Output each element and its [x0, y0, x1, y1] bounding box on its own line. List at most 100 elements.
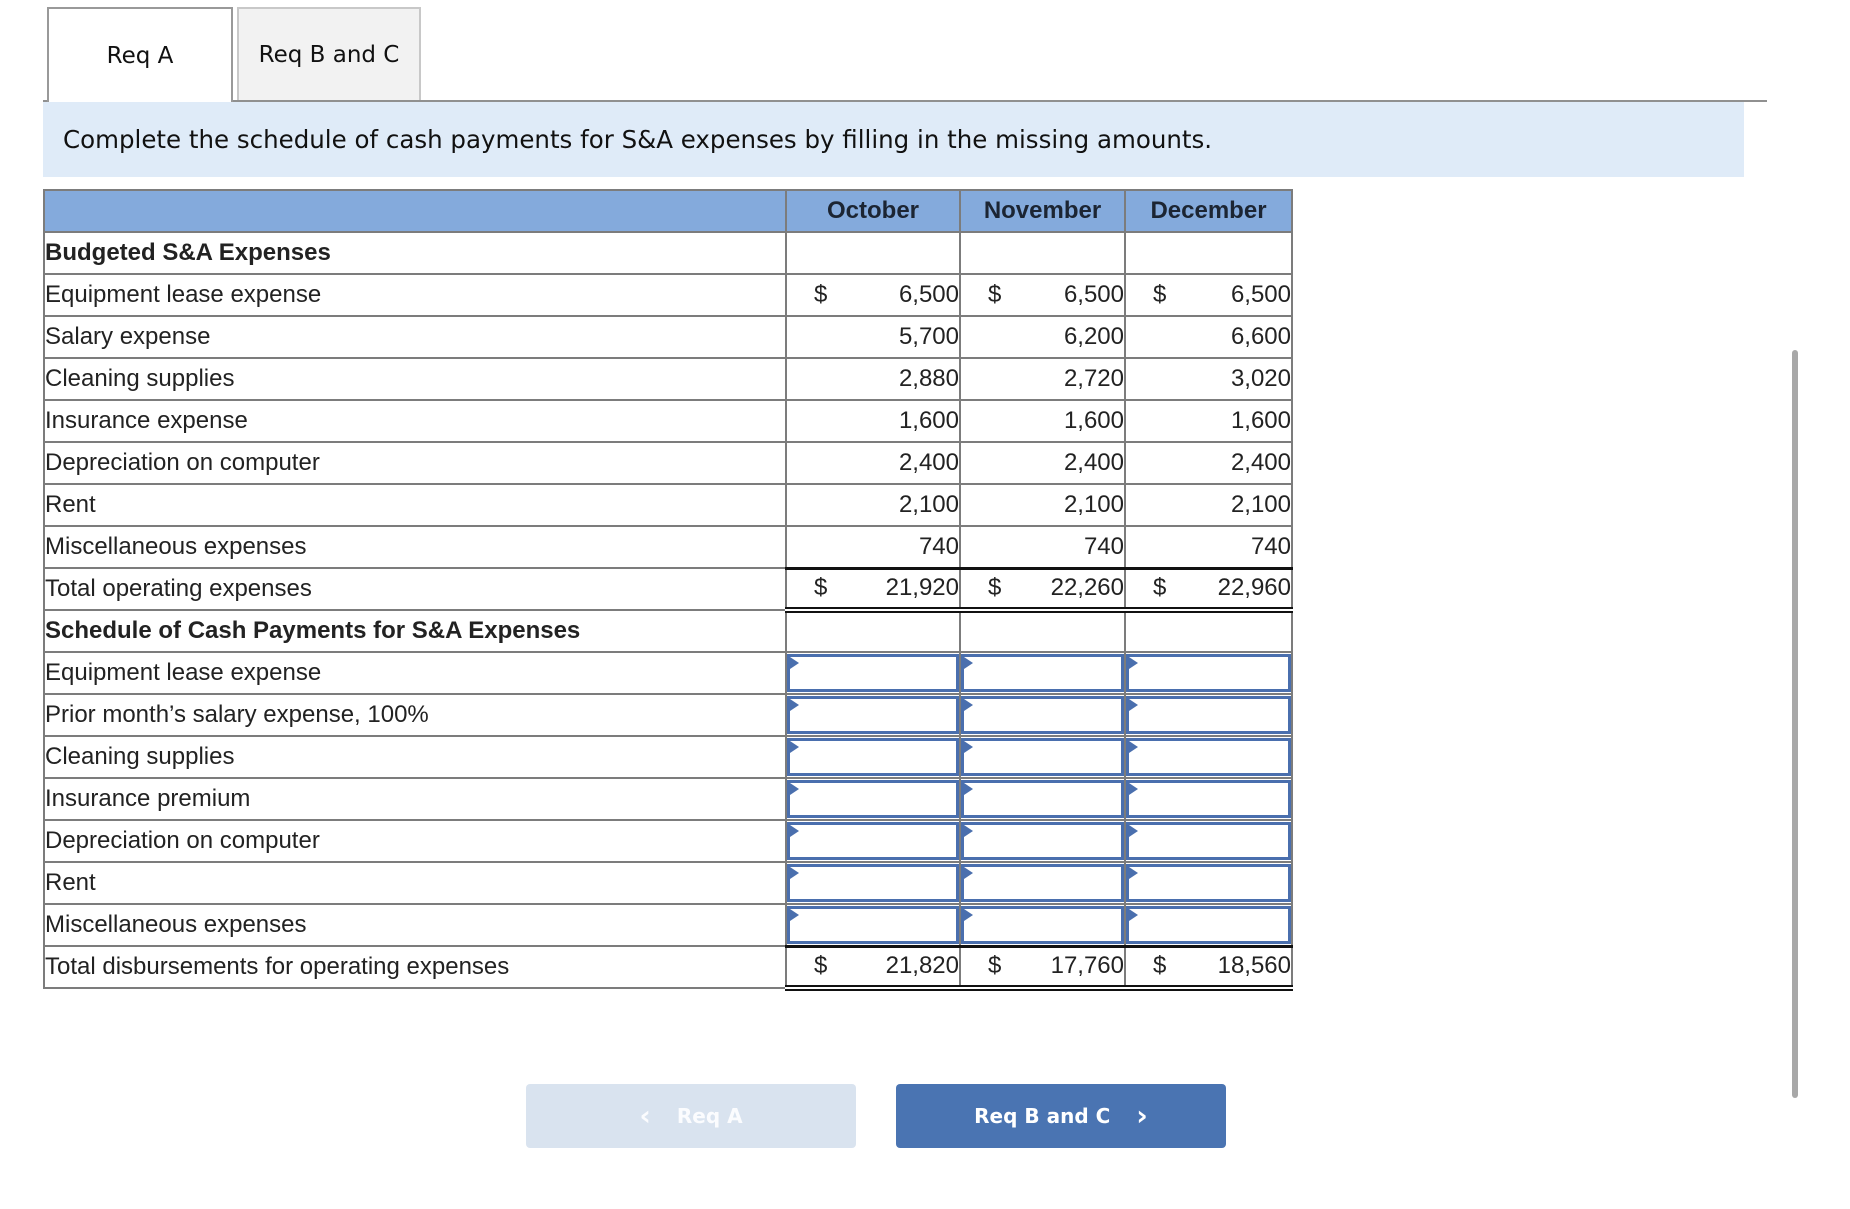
amount: 6,500: [1063, 281, 1124, 308]
value-cell-december: $22,960: [1124, 566, 1293, 613]
table-row: Rent 2,100 2,100 2,100: [43, 483, 1293, 527]
amount-input-october[interactable]: [787, 864, 959, 902]
input-row: Rent: [43, 861, 1293, 905]
next-button-label: Req B and C: [974, 1104, 1111, 1128]
value-cell-october: $21,920: [785, 566, 961, 613]
amount: 2,720: [1063, 365, 1124, 392]
value-cell-october: 740: [785, 525, 961, 569]
row-label: Insurance premium: [43, 777, 787, 821]
input-cell-october: [785, 651, 961, 695]
input-cell-october: [785, 819, 961, 863]
sa-expenses-schedule-table: October November December Budgeted S&A E…: [43, 189, 1293, 991]
input-cell-december: [1124, 861, 1293, 905]
amount: 2,100: [1063, 491, 1124, 518]
amount-input-december[interactable]: [1126, 738, 1291, 776]
amount-input-october[interactable]: [787, 905, 959, 944]
amount-input-december[interactable]: [1126, 822, 1291, 860]
amount-input-october[interactable]: [787, 738, 959, 776]
total-row: Total disbursements for operating expens…: [43, 944, 1293, 991]
prev-req-a-button[interactable]: ‹ Req A: [526, 1084, 856, 1148]
dollar-sign: $: [1153, 952, 1167, 980]
amount: 2,100: [1230, 491, 1291, 518]
input-row: Depreciation on computer: [43, 819, 1293, 863]
input-cell-december: [1124, 819, 1293, 863]
amount-input-november[interactable]: [961, 738, 1124, 776]
tab-req-a-label: Req A: [106, 42, 174, 69]
value-cell-december: 2,400: [1124, 441, 1293, 485]
amount: 6,500: [1230, 281, 1291, 308]
table-row: Equipment lease expense $6,500 $6,500 $6,50…: [43, 273, 1293, 317]
amount-input-december[interactable]: [1126, 864, 1291, 902]
amount-input-december[interactable]: [1126, 780, 1291, 818]
input-cell-december: [1124, 777, 1293, 821]
amount: 22,960: [1217, 574, 1291, 602]
input-cell-november: [959, 693, 1126, 737]
chevron-left-icon: ‹: [639, 1099, 651, 1132]
next-req-b-and-c-button[interactable]: Req B and C ›: [896, 1084, 1226, 1148]
row-label: Miscellaneous expenses: [43, 903, 787, 947]
row-label: Miscellaneous expenses: [43, 525, 787, 569]
amount-input-november[interactable]: [961, 822, 1124, 860]
table-row: Salary expense 5,700 6,200 6,600: [43, 315, 1293, 359]
value-cell-november: $22,260: [959, 566, 1126, 613]
amount: 21,820: [885, 952, 959, 980]
value-cell-december: $6,500: [1124, 273, 1293, 317]
amount-input-november[interactable]: [961, 864, 1124, 902]
row-label: Equipment lease expense: [43, 651, 787, 695]
amount-input-october[interactable]: [787, 822, 959, 860]
row-label: Rent: [43, 483, 787, 527]
row-label: Salary expense: [43, 315, 787, 359]
vertical-scrollbar[interactable]: [1792, 350, 1798, 1098]
input-row: Miscellaneous expenses: [43, 903, 1293, 947]
budgeted-section-title: Budgeted S&A Expenses: [43, 231, 787, 275]
dollar-sign: $: [988, 574, 1002, 602]
empty-cell: [959, 609, 1126, 653]
total-row: Total operating expenses $21,920 $22,260 $2…: [43, 566, 1293, 613]
input-cell-december: [1124, 903, 1293, 947]
dollar-sign: $: [814, 281, 828, 308]
amount-input-november[interactable]: [961, 696, 1124, 734]
table-row: Miscellaneous expenses 740 740 740: [43, 525, 1293, 569]
value-cell-october: 5,700: [785, 315, 961, 359]
input-cell-october: [785, 903, 961, 947]
value-cell-october: 1,600: [785, 399, 961, 443]
value-cell-december: 1,600: [1124, 399, 1293, 443]
amount: 22,260: [1050, 574, 1124, 602]
amount: 2,400: [1230, 449, 1291, 476]
prev-button-label: Req A: [676, 1104, 743, 1128]
amount-input-october[interactable]: [787, 654, 959, 692]
input-cell-november: [959, 861, 1126, 905]
tab-req-b-and-c-label: Req B and C: [258, 41, 400, 68]
value-cell-december: 2,100: [1124, 483, 1293, 527]
row-label: Cleaning supplies: [43, 735, 787, 779]
input-cell-november: [959, 651, 1126, 695]
amount-input-november[interactable]: [961, 905, 1124, 944]
value-cell-november: 2,400: [959, 441, 1126, 485]
input-cell-october: [785, 861, 961, 905]
input-row: Prior month’s salary expense, 100%: [43, 693, 1293, 737]
amount-input-december[interactable]: [1126, 654, 1291, 692]
value-cell-october: $21,820: [785, 944, 961, 991]
empty-cell: [959, 231, 1126, 275]
chevron-right-icon: ›: [1136, 1099, 1148, 1132]
amount-input-november[interactable]: [961, 654, 1124, 692]
value-cell-december: 740: [1124, 525, 1293, 569]
amount-input-december[interactable]: [1126, 696, 1291, 734]
row-label: Total operating expenses: [43, 567, 787, 611]
tab-bar: Req A Req B and C: [43, 0, 1767, 102]
table-row: Insurance expense 1,600 1,600 1,600: [43, 399, 1293, 443]
amount-input-october[interactable]: [787, 696, 959, 734]
amount: 2,880: [898, 365, 959, 392]
value-cell-november: 6,200: [959, 315, 1126, 359]
amount-input-october[interactable]: [787, 780, 959, 818]
dollar-sign: $: [1153, 281, 1167, 308]
amount: 5,700: [898, 323, 959, 350]
amount-input-december[interactable]: [1126, 905, 1291, 944]
tab-req-a[interactable]: Req A: [47, 7, 233, 102]
amount: 1,600: [1063, 407, 1124, 434]
input-cell-december: [1124, 651, 1293, 695]
input-cell-october: [785, 777, 961, 821]
tab-req-b-and-c[interactable]: Req B and C: [237, 7, 421, 100]
amount-input-november[interactable]: [961, 780, 1124, 818]
amount: 6,200: [1063, 323, 1124, 350]
